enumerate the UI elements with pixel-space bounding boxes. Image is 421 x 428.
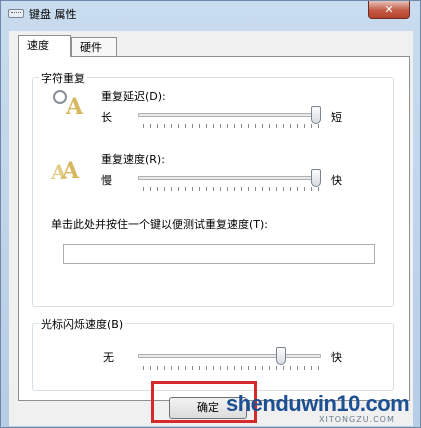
- tab-hardware[interactable]: 硬件: [71, 37, 117, 57]
- repeat-delay-icon: A: [53, 90, 87, 120]
- keyboard-icon: [8, 9, 24, 18]
- cursor-blink-legend: 光标闪烁速度(B): [39, 316, 126, 332]
- keyboard-properties-window: 键盘 属性 ✕ 速度 硬件 字符重复 A 重复延迟(D): 长 短 A A 重复…: [0, 0, 421, 428]
- repeat-rate-label: 重复速度(R):: [101, 153, 165, 166]
- character-repeat-legend: 字符重复: [39, 70, 87, 86]
- repeat-delay-min-label: 长: [101, 111, 112, 124]
- repeat-delay-slider-thumb[interactable]: [311, 106, 321, 124]
- cursor-blink-min-label: 无: [103, 351, 114, 364]
- character-repeat-group: 字符重复 A 重复延迟(D): 长 短 A A 重复速度(R): 慢 快 单击此…: [32, 70, 394, 307]
- speed-tab-panel: 字符重复 A 重复延迟(D): 长 短 A A 重复速度(R): 慢 快 单击此…: [18, 56, 410, 401]
- repeat-delay-slider-track[interactable]: [138, 113, 321, 117]
- repeat-delay-ticks: [143, 124, 319, 128]
- repeat-test-field[interactable]: [63, 244, 375, 264]
- watermark-subtext: XITONGZU.COM: [319, 415, 395, 424]
- watermark-text: shenduwin10.com: [226, 391, 410, 416]
- cursor-blink-slider-thumb[interactable]: [276, 347, 287, 365]
- cursor-blink-slider-track[interactable]: [138, 354, 321, 358]
- repeat-rate-slider-track[interactable]: [138, 176, 321, 180]
- repeat-delay-max-label: 短: [331, 111, 342, 124]
- cursor-blink-ticks: [143, 366, 319, 370]
- repeat-delay-label: 重复延迟(D):: [101, 90, 166, 103]
- repeat-rate-min-label: 慢: [101, 174, 112, 187]
- cursor-blink-max-label: 快: [331, 351, 342, 364]
- tab-speed[interactable]: 速度: [18, 35, 71, 57]
- close-button[interactable]: ✕: [368, 1, 410, 19]
- title-bar[interactable]: 键盘 属性 ✕: [1, 1, 421, 27]
- repeat-rate-ticks: [143, 187, 319, 191]
- window-title: 键盘 属性: [29, 8, 77, 21]
- repeat-rate-icon: A A: [51, 158, 80, 184]
- dialog-client: 速度 硬件 字符重复 A 重复延迟(D): 长 短 A A 重复速度(R): 慢…: [9, 31, 413, 426]
- stopwatch-icon: [53, 90, 67, 104]
- repeat-test-label: 单击此处并按住一个键以便测试重复速度(T):: [51, 218, 269, 231]
- repeat-rate-slider-thumb[interactable]: [311, 169, 321, 187]
- repeat-rate-max-label: 快: [331, 174, 342, 187]
